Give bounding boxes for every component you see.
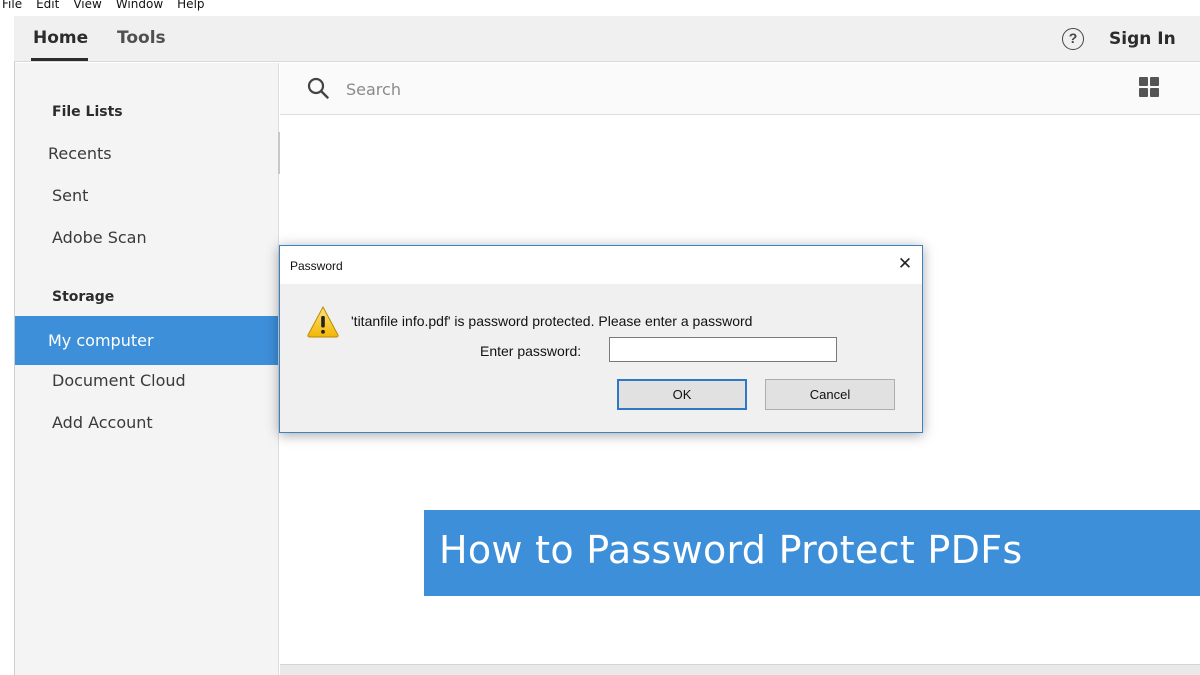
banner-text: How to Password Protect PDFs — [439, 528, 1023, 572]
title-banner: How to Password Protect PDFs — [424, 510, 1200, 596]
sidebar-item-sent[interactable]: Sent — [15, 176, 278, 216]
warning-triangle-icon — [307, 305, 339, 338]
sidebar-item-recents[interactable]: Recents — [15, 134, 278, 174]
tab-home[interactable]: Home — [33, 28, 88, 48]
search-bar — [280, 63, 1200, 115]
search-input[interactable] — [346, 77, 946, 101]
dialog-title: Password — [290, 259, 343, 273]
grid-view-icon[interactable] — [1139, 77, 1159, 97]
close-icon[interactable]: ✕ — [890, 253, 920, 275]
sidebar-item-add-account[interactable]: Add Account — [15, 403, 278, 443]
sign-in-button[interactable]: Sign In — [1109, 29, 1176, 49]
password-field[interactable] — [609, 337, 837, 362]
sidebar-item-document-cloud[interactable]: Document Cloud — [15, 361, 278, 401]
file-lists-heading: File Lists — [52, 104, 123, 120]
cancel-button[interactable]: Cancel — [765, 379, 895, 410]
menu-edit[interactable]: Edit — [36, 0, 59, 11]
ok-button[interactable]: OK — [617, 379, 747, 410]
storage-heading: Storage — [52, 289, 115, 305]
search-icon[interactable] — [307, 77, 329, 99]
sidebar-item-my-computer[interactable]: My computer — [15, 316, 278, 365]
password-label: Enter password: — [480, 343, 582, 359]
menu-help[interactable]: Help — [177, 0, 204, 11]
active-tab-indicator — [31, 58, 88, 61]
menu-window[interactable]: Window — [116, 0, 163, 11]
tab-tools[interactable]: Tools — [117, 28, 166, 48]
help-icon[interactable]: ? — [1062, 28, 1084, 50]
top-navigation: Home Tools ? Sign In — [14, 16, 1200, 62]
app-window: File Edit View Window Help Home Tools ? … — [0, 0, 1200, 675]
sidebar-item-adobe-scan[interactable]: Adobe Scan — [15, 218, 278, 258]
menu-view[interactable]: View — [73, 0, 101, 11]
menu-file[interactable]: File — [2, 0, 22, 11]
status-bar — [280, 664, 1200, 675]
dialog-titlebar[interactable]: Password ✕ — [280, 246, 922, 284]
sidebar: File Lists Recents Sent Adobe Scan Stora… — [15, 63, 279, 675]
password-dialog: Password ✕ 'titanfile info.pdf' is passw… — [279, 245, 923, 433]
menu-bar: File Edit View Window Help — [0, 0, 1200, 16]
sidebar-scrollbar[interactable] — [278, 132, 280, 174]
dialog-message: 'titanfile info.pdf' is password protect… — [351, 313, 753, 329]
